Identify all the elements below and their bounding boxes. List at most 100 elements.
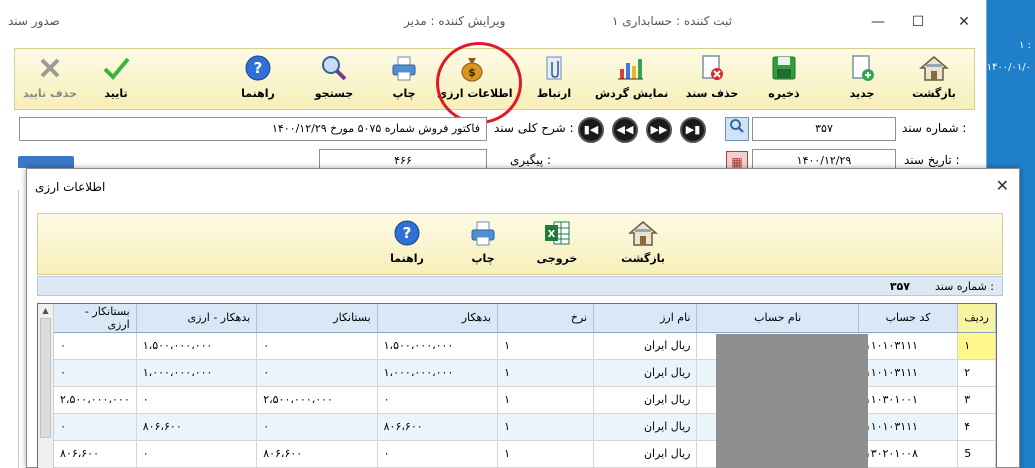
- minimize-button[interactable]: —: [868, 12, 888, 32]
- vertical-scrollbar[interactable]: ▲: [38, 304, 54, 468]
- account-code-cell[interactable]: ۱۱۰۱۰۳۱۱۱: [858, 332, 959, 360]
- dialog-close-button[interactable]: ✕: [996, 176, 1009, 195]
- credit-fx-cell[interactable]: ۲،۵۰۰،۰۰۰،۰۰۰: [54, 386, 137, 414]
- delete-document-button[interactable]: حذف سند: [677, 53, 747, 109]
- debit-fx-cell[interactable]: ۱،۰۰۰،۰۰۰،۰۰۰: [136, 359, 258, 387]
- currency-name-cell[interactable]: ریال ایران: [593, 332, 698, 360]
- row-number-cell[interactable]: ۴: [957, 413, 996, 441]
- currency-name-cell[interactable]: ریال ایران: [593, 359, 698, 387]
- doc-number-field[interactable]: ۳۵۷: [752, 117, 896, 141]
- credit-fx-cell[interactable]: ۰: [54, 413, 137, 441]
- approve-button[interactable]: تایید: [81, 53, 151, 109]
- debit-fx-cell[interactable]: ۸۰۶،۶۰۰: [136, 413, 258, 441]
- link-label: ارتباط: [536, 87, 572, 100]
- dialog-doc-label: شماره سند :: [934, 280, 994, 293]
- house-icon: [627, 218, 659, 248]
- dialog-help-label: راهنما: [390, 252, 424, 265]
- currency-name-cell[interactable]: ریال ایران: [593, 413, 698, 441]
- credit-cell[interactable]: ۲،۵۰۰،۰۰۰،۰۰۰: [256, 386, 378, 414]
- column-header[interactable]: بدهکار: [377, 304, 499, 333]
- account-code-cell[interactable]: ۱۳۰۲۰۱۰۰۸: [858, 440, 959, 468]
- column-header[interactable]: نام ارز: [593, 304, 698, 333]
- credit-fx-cell[interactable]: ۰: [54, 332, 137, 360]
- title-bar: — ☐ ✕ ثبت کننده : حسابداری ۱ ویرایش کنند…: [0, 0, 986, 46]
- left-tab-button[interactable]: [18, 156, 74, 168]
- new-label: جدید: [849, 87, 875, 100]
- credit-cell[interactable]: ۰: [256, 332, 378, 360]
- document-form: شماره سند : ۳۵۷ ▶▮ ▶▶ ◀◀ ▮◀ شرح کلی سند …: [14, 112, 975, 173]
- rate-cell[interactable]: ۱: [497, 359, 595, 387]
- credit-fx-cell[interactable]: ۰: [54, 359, 137, 387]
- dialog-doc-value: ۳۵۷: [889, 280, 910, 293]
- currency-info-button[interactable]: $ اطلاعات ارزی: [437, 53, 513, 109]
- credit-fx-cell[interactable]: ۸۰۶،۶۰۰: [54, 440, 137, 468]
- dialog-toolbar: بازگشت X خروجی چاپ ? راهنما: [37, 213, 1003, 275]
- account-code-cell[interactable]: ۱۱۰۱۰۳۱۱۱: [858, 359, 959, 387]
- save-button[interactable]: ذخیره: [749, 53, 819, 109]
- scroll-up-icon[interactable]: ▲: [40, 306, 51, 317]
- debit-cell[interactable]: ۰: [377, 440, 499, 468]
- dialog-print-label: چاپ: [471, 252, 495, 265]
- row-number-cell[interactable]: 5: [957, 440, 996, 468]
- debit-fx-cell[interactable]: ۰: [136, 440, 258, 468]
- maximize-button[interactable]: ☐: [908, 12, 928, 32]
- search-button[interactable]: جستجو: [299, 53, 369, 109]
- rate-cell[interactable]: ۱: [497, 413, 595, 441]
- next-record-button[interactable]: ▶▶: [646, 117, 672, 143]
- desktop-text-2: ۱۴۰۰/۰۱/۰: [986, 62, 1031, 73]
- export-label: خروجی: [536, 252, 578, 265]
- dialog-back-button[interactable]: بازگشت: [608, 218, 678, 274]
- column-header[interactable]: نرخ: [497, 304, 595, 333]
- currency-grid[interactable]: ▲ بستانکار - ارزی بدهکار - ارزی بستانکار…: [37, 303, 997, 468]
- previous-record-button[interactable]: ◀◀: [612, 117, 638, 143]
- doc-search-button[interactable]: [725, 117, 749, 141]
- dialog-help-button[interactable]: ? راهنما: [372, 218, 442, 274]
- window-title: صدور سند: [8, 14, 60, 28]
- currency-name-cell[interactable]: ریال ایران: [593, 386, 698, 414]
- redacted-account-names: [716, 334, 868, 468]
- description-field[interactable]: فاکتور فروش شماره ۵۰۷۵ مورخ ۱۴۰۰/۱۲/۲۹: [19, 117, 487, 141]
- column-header[interactable]: نام حساب: [696, 304, 859, 333]
- rate-cell[interactable]: ۱: [497, 332, 595, 360]
- account-code-cell[interactable]: ۱۱۰۳۰۱۰۰۱: [858, 386, 959, 414]
- link-button[interactable]: ارتباط: [519, 53, 589, 109]
- back-button[interactable]: بازگشت: [899, 53, 969, 109]
- credit-cell[interactable]: ۸۰۶،۶۰۰: [256, 440, 378, 468]
- account-code-cell[interactable]: ۱۱۰۱۰۳۱۱۱: [858, 413, 959, 441]
- dialog-doc-bar: شماره سند : ۳۵۷: [37, 276, 1003, 296]
- column-header[interactable]: بستانکار - ارزی: [54, 304, 137, 333]
- rate-cell[interactable]: ۱: [497, 440, 595, 468]
- column-header[interactable]: بستانکار: [256, 304, 378, 333]
- debit-cell[interactable]: ۱،۵۰۰،۰۰۰،۰۰۰: [377, 332, 499, 360]
- print-button[interactable]: چاپ: [369, 53, 439, 109]
- help-button[interactable]: ? راهنما: [223, 53, 293, 109]
- debit-cell[interactable]: ۰: [377, 386, 499, 414]
- debit-cell[interactable]: ۱،۰۰۰،۰۰۰،۰۰۰: [377, 359, 499, 387]
- column-header[interactable]: بدهکار - ارزی: [136, 304, 258, 333]
- debit-fx-cell[interactable]: ۰: [136, 386, 258, 414]
- credit-cell[interactable]: ۰: [256, 359, 378, 387]
- column-header[interactable]: ردیف: [957, 304, 996, 333]
- export-button[interactable]: X خروجی: [522, 218, 592, 274]
- debit-fx-cell[interactable]: ۱،۵۰۰،۰۰۰،۰۰۰: [136, 332, 258, 360]
- scroll-thumb[interactable]: [40, 318, 51, 438]
- rate-cell[interactable]: ۱: [497, 386, 595, 414]
- show-turnover-button[interactable]: نمایش گردش: [595, 53, 668, 109]
- fast-forward-icon: ▶▶: [650, 123, 668, 136]
- last-record-button[interactable]: ▶▮: [680, 117, 706, 143]
- row-number-cell[interactable]: ۳: [957, 386, 996, 414]
- calendar-icon: ▦: [731, 155, 743, 169]
- row-number-cell[interactable]: ۱: [957, 332, 996, 360]
- currency-name-cell[interactable]: ریال ایران: [593, 440, 698, 468]
- dialog-print-button[interactable]: چاپ: [448, 218, 518, 274]
- help-icon: ?: [243, 53, 273, 83]
- row-number-cell[interactable]: ۲: [957, 359, 996, 387]
- remove-approval-button[interactable]: حذف تایید: [15, 53, 85, 109]
- credit-cell[interactable]: ۰: [256, 413, 378, 441]
- table-header-row: بستانکار - ارزی بدهکار - ارزی بستانکار ب…: [54, 304, 996, 333]
- column-header[interactable]: کد حساب: [858, 304, 959, 333]
- debit-cell[interactable]: ۸۰۶،۶۰۰: [377, 413, 499, 441]
- close-button[interactable]: ✕: [954, 12, 974, 32]
- new-button[interactable]: جدید: [827, 53, 897, 109]
- first-record-button[interactable]: ▮◀: [578, 117, 604, 143]
